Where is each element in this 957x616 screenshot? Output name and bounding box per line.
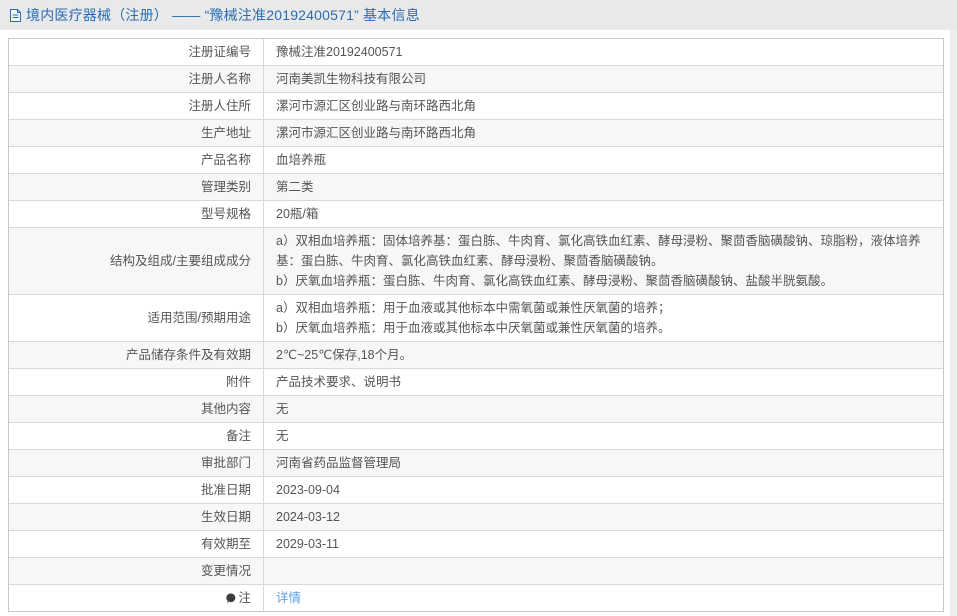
row-label: 注	[9, 585, 264, 611]
row-label-text: 注	[238, 588, 251, 608]
row-label-text: 管理类别	[201, 177, 251, 197]
row-label-text: 备注	[226, 426, 251, 446]
table-row: 产品名称血培养瓶	[9, 147, 943, 174]
table-row: 生效日期 2024-03-12	[9, 504, 943, 531]
row-label: 其他内容	[9, 396, 264, 422]
table-row: 其他内容无	[9, 396, 943, 423]
table-row: 型号规格 20瓶/箱	[9, 201, 943, 228]
table-row: 批准日期 2023-09-04	[9, 477, 943, 504]
row-value: a）双相血培养瓶：用于血液或其他标本中需氧菌或兼性厌氧菌的培养； b）厌氧血培养…	[264, 295, 943, 341]
row-value: 2029-03-11	[264, 531, 943, 557]
row-value: 无	[264, 396, 943, 422]
row-label: 注册人住所	[9, 93, 264, 119]
row-value: 河南省药品监督管理局	[264, 450, 943, 476]
table-row: 注 详情	[9, 585, 943, 611]
row-label: 产品储存条件及有效期	[9, 342, 264, 368]
row-value: 无	[264, 423, 943, 449]
row-label: 审批部门	[9, 450, 264, 476]
detail-link[interactable]: 详情	[276, 591, 301, 605]
row-label-text: 结构及组成/主要组成成分	[110, 251, 251, 271]
row-label-text: 产品储存条件及有效期	[126, 345, 251, 365]
table-row: 产品储存条件及有效期 2℃~25℃保存,18个月。	[9, 342, 943, 369]
table-row: 审批部门河南省药品监督管理局	[9, 450, 943, 477]
note-balloon-icon	[226, 593, 236, 605]
row-label: 注册证编号	[9, 39, 264, 65]
row-label-text: 附件	[226, 372, 251, 392]
registration-info-table: 注册证编号豫械注准20192400571注册人名称河南美凯生物科技有限公司注册人…	[8, 38, 944, 612]
row-label: 生效日期	[9, 504, 264, 530]
row-label: 有效期至	[9, 531, 264, 557]
table-row: 备注无	[9, 423, 943, 450]
row-label-text: 生产地址	[201, 123, 251, 143]
row-value: a）双相血培养瓶：固体培养基：蛋白胨、牛肉育、氯化高铁血红素、酵母浸粉、聚茴香脑…	[264, 228, 943, 294]
row-value: 第二类	[264, 174, 943, 200]
row-value: 详情	[264, 585, 943, 611]
table-row: 变更情况	[9, 558, 943, 585]
row-value: 血培养瓶	[264, 147, 943, 173]
scrollbar-track[interactable]	[950, 30, 957, 616]
document-icon	[9, 8, 22, 23]
row-value: 漯河市源汇区创业路与南环路西北角	[264, 93, 943, 119]
row-label: 附件	[9, 369, 264, 395]
table-row: 结构及组成/主要组成成分 a）双相血培养瓶：固体培养基：蛋白胨、牛肉育、氯化高铁血…	[9, 228, 943, 295]
page-title: 境内医疗器械（注册） —— “豫械注准20192400571” 基本信息	[26, 5, 420, 25]
row-value: 豫械注准20192400571	[264, 39, 943, 65]
table-row: 生产地址漯河市源汇区创业路与南环路西北角	[9, 120, 943, 147]
table-row: 适用范围/预期用途 a）双相血培养瓶：用于血液或其他标本中需氧菌或兼性厌氧菌的培养…	[9, 295, 943, 342]
row-label-text: 变更情况	[201, 561, 251, 581]
row-label: 备注	[9, 423, 264, 449]
row-value: 2℃~25℃保存,18个月。	[264, 342, 943, 368]
row-label-text: 审批部门	[201, 453, 251, 473]
row-label-text: 批准日期	[201, 480, 251, 500]
row-value: 漯河市源汇区创业路与南环路西北角	[264, 120, 943, 146]
row-label-text: 有效期至	[201, 534, 251, 554]
row-value: 河南美凯生物科技有限公司	[264, 66, 943, 92]
row-label: 结构及组成/主要组成成分	[9, 228, 264, 294]
row-label-text: 注册证编号	[188, 42, 251, 62]
row-label-text: 产品名称	[201, 150, 251, 170]
row-label-text: 其他内容	[201, 399, 251, 419]
table-row: 注册人名称河南美凯生物科技有限公司	[9, 66, 943, 93]
row-label: 管理类别	[9, 174, 264, 200]
page-header: 境内医疗器械（注册） —— “豫械注准20192400571” 基本信息	[0, 0, 957, 30]
row-label-text: 注册人名称	[188, 69, 251, 89]
row-value: 产品技术要求、说明书	[264, 369, 943, 395]
row-label: 产品名称	[9, 147, 264, 173]
row-value: 2024-03-12	[264, 504, 943, 530]
row-label: 变更情况	[9, 558, 264, 584]
row-label: 型号规格	[9, 201, 264, 227]
row-value: 20瓶/箱	[264, 201, 943, 227]
table-row: 附件产品技术要求、说明书	[9, 369, 943, 396]
row-label-text: 生效日期	[201, 507, 251, 527]
row-label: 适用范围/预期用途	[9, 295, 264, 341]
row-label: 注册人名称	[9, 66, 264, 92]
row-label-text: 型号规格	[201, 204, 251, 224]
row-value	[264, 568, 943, 574]
table-row: 管理类别第二类	[9, 174, 943, 201]
table-row: 有效期至 2029-03-11	[9, 531, 943, 558]
row-label-text: 注册人住所	[188, 96, 251, 116]
row-label: 生产地址	[9, 120, 264, 146]
row-label: 批准日期	[9, 477, 264, 503]
table-row: 注册人住所漯河市源汇区创业路与南环路西北角	[9, 93, 943, 120]
row-value: 2023-09-04	[264, 477, 943, 503]
table-row: 注册证编号豫械注准20192400571	[9, 39, 943, 66]
row-label-text: 适用范围/预期用途	[148, 308, 251, 328]
